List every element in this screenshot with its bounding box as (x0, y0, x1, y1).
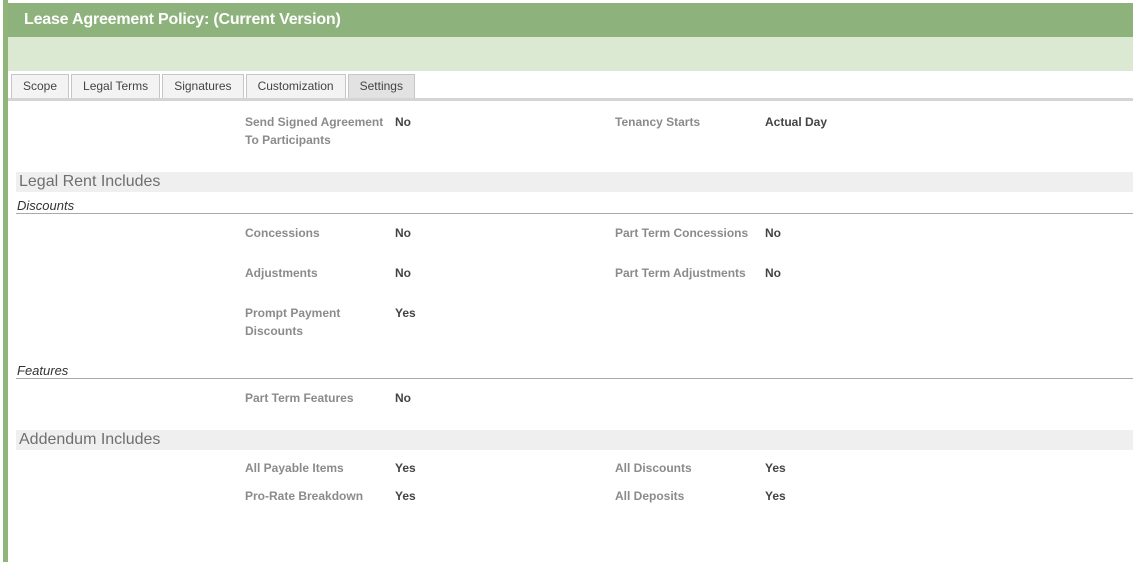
concessions-value: No (395, 226, 411, 240)
title-bar: Lease Agreement Policy: (Current Version… (8, 3, 1133, 37)
features-subheading: Features (17, 363, 69, 378)
legal-rent-heading: Legal Rent Includes (19, 173, 161, 190)
tenancy-starts-label: Tenancy Starts (615, 115, 701, 129)
addendum-section-header: Addendum Includes (16, 430, 1133, 450)
part-term-adjustments-value: No (765, 266, 781, 280)
all-payable-items-label: All Payable Items (245, 461, 344, 475)
features-divider (16, 378, 1133, 379)
tab-signatures[interactable]: Signatures (162, 74, 244, 99)
page-title: Lease Agreement Policy: (Current Version… (24, 11, 341, 28)
all-discounts-label: All Discounts (615, 461, 692, 475)
prompt-payment-discounts-value: Yes (395, 306, 416, 320)
tab-divider (8, 98, 1133, 101)
tab-bar: Scope Legal Terms Signatures Customizati… (11, 74, 417, 100)
left-edge-strip (0, 0, 8, 562)
pro-rate-breakdown-value: Yes (395, 489, 416, 503)
discounts-divider (16, 213, 1133, 214)
adjustments-value: No (395, 266, 411, 280)
adjustments-label: Adjustments (245, 266, 318, 280)
legal-rent-section-header: Legal Rent Includes (16, 172, 1133, 192)
tab-settings[interactable]: Settings (347, 74, 415, 99)
send-signed-agreement-value: No (395, 115, 411, 129)
tab-scope[interactable]: Scope (11, 74, 70, 99)
toolbar-band (8, 37, 1133, 71)
tab-legal-terms[interactable]: Legal Terms (71, 74, 161, 99)
part-term-concessions-value: No (765, 226, 781, 240)
tab-customization[interactable]: Customization (245, 74, 346, 99)
part-term-features-value: No (395, 391, 411, 405)
all-deposits-value: Yes (765, 489, 786, 503)
all-deposits-label: All Deposits (615, 489, 685, 503)
part-term-adjustments-label: Part Term Adjustments (615, 266, 746, 280)
pro-rate-breakdown-label: Pro-Rate Breakdown (245, 489, 364, 503)
all-discounts-value: Yes (765, 461, 786, 475)
send-signed-agreement-label: Send Signed Agreement To Participants (245, 115, 384, 147)
tenancy-starts-value: Actual Day (765, 115, 828, 129)
part-term-features-label: Part Term Features (245, 391, 354, 405)
concessions-label: Concessions (245, 226, 320, 240)
discounts-subheading: Discounts (17, 198, 75, 213)
prompt-payment-discounts-label: Prompt Payment Discounts (245, 306, 341, 338)
addendum-heading: Addendum Includes (19, 431, 161, 448)
policy-panel: Lease Agreement Policy: (Current Version… (8, 0, 1133, 562)
all-payable-items-value: Yes (395, 461, 416, 475)
part-term-concessions-label: Part Term Concessions (615, 226, 749, 240)
